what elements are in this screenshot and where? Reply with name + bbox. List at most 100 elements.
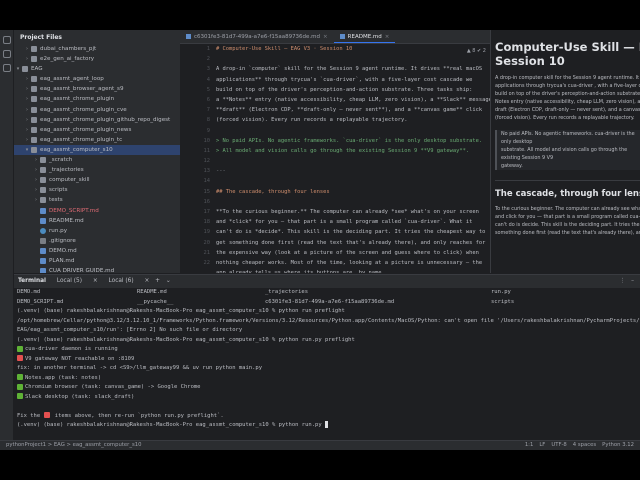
terminal-text: Fix the bbox=[17, 412, 44, 419]
line-number: 17 bbox=[203, 209, 211, 215]
tree-item[interactable]: .gitignore bbox=[14, 236, 180, 246]
minimize-icon[interactable]: – bbox=[631, 275, 634, 288]
chevron-right-icon[interactable]: › bbox=[24, 84, 30, 94]
new-tab-icon[interactable]: + bbox=[155, 275, 160, 288]
status-indicator[interactable]: Python 3.12 bbox=[602, 442, 634, 448]
chevron-right-icon[interactable]: › bbox=[24, 94, 30, 104]
tree-item[interactable]: › eag_assmt_browser_agent_s9 bbox=[14, 84, 180, 94]
terminal-listing-entry: run.py bbox=[491, 289, 511, 295]
code-line: # Computer-Use Skill — EAG V3 · Session … bbox=[216, 46, 353, 52]
code-line: build on top of the driver's perception-… bbox=[216, 86, 473, 93]
tree-item[interactable]: › _scratch bbox=[14, 155, 180, 165]
line-number: 22 bbox=[203, 259, 211, 266]
status-indicator[interactable]: 1:1 bbox=[525, 442, 534, 448]
tree-item[interactable]: › e2e_gen_ai_factory bbox=[14, 54, 180, 64]
tree-item-label: .gitignore bbox=[49, 237, 76, 244]
terminal-line: /opt/homebrew/Cellar/python@3.12/3.12.10… bbox=[17, 317, 640, 327]
tree-item[interactable]: › eag_assmt_agent_loop bbox=[14, 74, 180, 84]
folder-icon bbox=[31, 86, 37, 93]
terminal-output[interactable]: DEMO.md README.md _trajectories run.py DEMO_… bbox=[14, 288, 640, 440]
chevron-right-icon[interactable]: › bbox=[24, 74, 30, 84]
commit-tool-icon[interactable] bbox=[2, 50, 11, 58]
close-icon[interactable]: × bbox=[93, 275, 98, 288]
terminal-check-text: V9 gateway NOT reachable on :8109 bbox=[25, 355, 135, 362]
tree-item-label: eag_assmt_chrome_plugin_news bbox=[40, 126, 132, 133]
tree-item[interactable]: › tests bbox=[14, 195, 180, 205]
screen-top-letterbox bbox=[0, 0, 640, 30]
tree-item[interactable]: DEMO.md bbox=[14, 246, 180, 256]
chevron-right-icon[interactable]: › bbox=[33, 165, 39, 175]
folder-icon bbox=[31, 146, 37, 153]
structure-tool-icon[interactable] bbox=[2, 64, 11, 72]
tree-item[interactable]: › eag_assmt_chrome_plugin_github_repo_dig… bbox=[14, 115, 180, 125]
status-indicator[interactable]: UTF-8 bbox=[551, 442, 566, 448]
line-number: 14 bbox=[203, 178, 211, 185]
close-icon[interactable]: × bbox=[144, 275, 149, 288]
terminal-check-text: cua-driver daemon is running bbox=[25, 346, 118, 352]
editor-tab[interactable]: README.md × bbox=[333, 30, 396, 43]
terminal-listing-entry: DEMO_SCRIPT.md bbox=[17, 298, 64, 305]
tree-item-label: DEMO.md bbox=[49, 247, 77, 254]
chevron-right-icon[interactable]: › bbox=[24, 125, 30, 135]
screen-bottom-letterbox bbox=[0, 450, 640, 480]
chevron-right-icon[interactable]: › bbox=[33, 185, 39, 195]
tree-item[interactable]: › eag_assmt_chrome_plugin_tc bbox=[14, 135, 180, 145]
chevron-right-icon[interactable]: › bbox=[24, 44, 30, 54]
chevron-right-icon[interactable]: › bbox=[24, 54, 30, 64]
tree-item[interactable]: › dubai_chambers_pjt bbox=[14, 44, 180, 54]
tree-item[interactable]: README.md bbox=[14, 216, 180, 226]
tree-item[interactable]: PLAN.md bbox=[14, 256, 180, 266]
text-cursor bbox=[324, 421, 328, 428]
tree-item[interactable]: › eag_assmt_chrome_plugin_news bbox=[14, 125, 180, 135]
tree-item-label: EAG bbox=[31, 66, 43, 73]
preview-text-line: No paid APIs. No agentic frameworks. cua… bbox=[501, 131, 635, 145]
tree-item[interactable]: › computer_skill bbox=[14, 175, 180, 185]
more-icon[interactable]: ⋮ bbox=[619, 275, 625, 288]
terminal-line: DEMO_SCRIPT.md __pycache__ c6301fe3-81d7-4… bbox=[17, 298, 640, 308]
chevron-down-icon[interactable]: ▾ bbox=[15, 64, 21, 74]
line-number: 15 bbox=[203, 188, 211, 195]
tree-item[interactable]: ▾ eag_assmt_computer_s10 bbox=[14, 144, 180, 156]
tree-item[interactable]: ▾ EAG bbox=[14, 64, 180, 74]
code-line: --- bbox=[216, 168, 226, 175]
chevron-right-icon[interactable]: › bbox=[24, 115, 30, 125]
chevron-right-icon[interactable]: › bbox=[33, 195, 39, 205]
terminal-tab-local-6[interactable]: Local (6) bbox=[104, 275, 139, 288]
code-editor[interactable]: 1 2 3 4 5 6 7 8 9 10 11 12 13 14 15 16 17 18 19 20 21 22 # Co… bbox=[180, 44, 490, 273]
cross-icon bbox=[17, 355, 23, 361]
close-icon[interactable]: × bbox=[323, 34, 328, 40]
tree-item-label: scripts bbox=[49, 187, 68, 194]
tree-item[interactable]: run.py bbox=[14, 226, 180, 236]
tree-item[interactable]: › _trajectories bbox=[14, 165, 180, 175]
chevron-right-icon[interactable]: › bbox=[33, 155, 39, 165]
line-number: 7 bbox=[206, 107, 210, 114]
status-indicator[interactable]: LF bbox=[539, 442, 545, 448]
code-line: **draft** (Electron CDP, **draft-only — … bbox=[216, 107, 483, 114]
line-number: 9 bbox=[206, 127, 210, 134]
terminal-check-text: Notes.app (task: notes) bbox=[25, 374, 102, 381]
chevron-down-icon[interactable]: ▾ bbox=[24, 145, 30, 155]
chevron-right-icon[interactable]: › bbox=[24, 105, 30, 115]
tree-item[interactable]: › eag_assmt_chrome_plugin bbox=[14, 94, 180, 104]
tree-item[interactable]: CUA DRIVER GUIDE.md bbox=[14, 266, 180, 273]
chevron-down-icon[interactable]: ⌄ bbox=[166, 275, 171, 288]
tree-item[interactable]: › eag_assmt_chrome_plugin_cve bbox=[14, 105, 180, 115]
chevron-right-icon[interactable]: › bbox=[24, 135, 30, 145]
folder-icon bbox=[40, 187, 46, 194]
code-line: a **Notes** entry (native accessibility,… bbox=[216, 96, 490, 103]
status-indicator[interactable]: 4 spaces bbox=[573, 442, 596, 448]
chevron-right-icon[interactable]: › bbox=[33, 175, 39, 185]
inspection-widget[interactable]: ▲ 8 ✔ 2 bbox=[467, 48, 486, 54]
editor-tab[interactable]: c6301fe3-81d7-499a-a7e6-f15aa89736de.md × bbox=[180, 30, 334, 43]
project-tool-icon[interactable] bbox=[2, 36, 11, 44]
tree-item[interactable]: › scripts bbox=[14, 185, 180, 195]
navigation-breadcrumb[interactable]: pythonProject1 > EAG > eag_assmt_compute… bbox=[6, 442, 141, 448]
code-area[interactable]: # Computer-Use Skill — EAG V3 · Session … bbox=[216, 44, 490, 273]
tree-item[interactable]: DEMO_SCRIPT.md bbox=[14, 206, 180, 216]
preview-section-paragraph: To the curious beginner. The computer ca… bbox=[495, 205, 640, 237]
editor-tab-label: README.md bbox=[347, 34, 382, 40]
folder-icon bbox=[31, 136, 37, 143]
folder-icon bbox=[40, 197, 46, 204]
close-icon[interactable]: × bbox=[385, 34, 390, 40]
